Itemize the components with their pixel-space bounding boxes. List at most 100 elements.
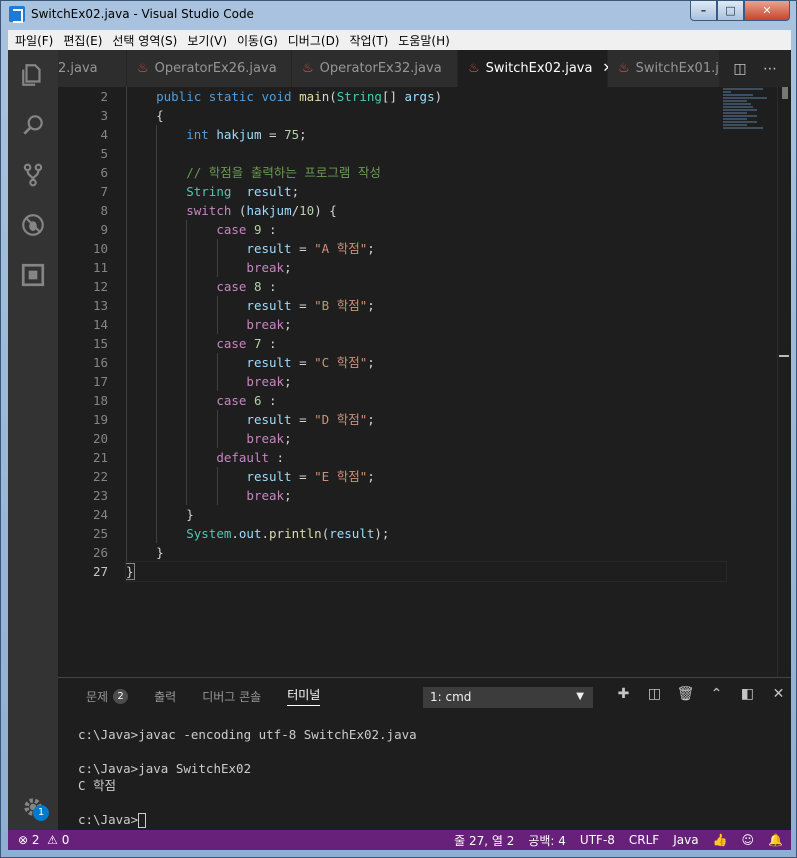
indentation[interactable]: 공백: 4 bbox=[528, 832, 566, 849]
tab-output[interactable]: 출력 bbox=[154, 688, 176, 705]
line-number: 23 bbox=[92, 488, 108, 503]
tab-operatorex26[interactable]: ♨ OperatorEx26.java bbox=[127, 50, 292, 87]
split-terminal-icon[interactable]: ◫ bbox=[639, 686, 670, 702]
close-window-button[interactable]: ✕ bbox=[744, 1, 790, 21]
settings-gear-icon[interactable] bbox=[8, 782, 58, 832]
feedback-smiley-icon[interactable]: ☺ bbox=[742, 833, 755, 847]
tab-terminal[interactable]: 터미널 bbox=[287, 686, 321, 706]
minimap[interactable] bbox=[723, 87, 783, 167]
source-control-icon[interactable] bbox=[8, 150, 58, 200]
code-line: public static void main(String[] args) bbox=[126, 87, 726, 106]
tab-label: SwitchEx02.java bbox=[485, 61, 593, 76]
bottom-panel: 문제 2 출력 디버그 콘솔 터미널 1: cmd ▼ ✚ ◫ 🗑 ⌃ ◧ ✕ … bbox=[58, 677, 791, 830]
line-number: 20 bbox=[92, 431, 108, 446]
terminal-select-value: 1: cmd bbox=[430, 690, 472, 704]
menu-tasks[interactable]: 작업(T) bbox=[345, 32, 394, 49]
tab-label: OperatorEx26.java bbox=[154, 61, 277, 76]
code-line: break; bbox=[126, 429, 726, 448]
code-line: switch (hakjum/10) { bbox=[126, 201, 726, 220]
status-problems[interactable]: ⊗ 2 ⚠ 0 bbox=[8, 833, 69, 847]
toggle-panel-position-icon[interactable]: ◧ bbox=[732, 686, 763, 702]
tab-operatorex32[interactable]: ♨ OperatorEx32.java bbox=[292, 50, 458, 87]
menu-view[interactable]: 보기(V) bbox=[182, 32, 232, 49]
title-bar[interactable]: SwitchEx02.java - Visual Studio Code – □… bbox=[1, 1, 796, 29]
line-number: 6 bbox=[100, 165, 108, 180]
line-number: 26 bbox=[92, 545, 108, 560]
tab-debug-console[interactable]: 디버그 콘솔 bbox=[202, 688, 261, 705]
window-frame: SwitchEx02.java - Visual Studio Code – □… bbox=[0, 0, 797, 858]
code-line bbox=[126, 144, 726, 163]
explorer-icon[interactable] bbox=[8, 50, 58, 100]
terminal-line: c:\Java>java SwitchEx02 bbox=[78, 761, 252, 776]
scrollbar-thumb[interactable] bbox=[782, 87, 788, 99]
extensions-icon[interactable] bbox=[8, 250, 58, 300]
code-editor[interactable]: 2 3 4 5 6 7 8 9 10 11 12 13 14 15 16 17 18 19 20 21 22 23 24 25… bbox=[58, 87, 791, 677]
scrollbar-cursor-marker bbox=[779, 355, 789, 357]
tab-switchex01[interactable]: ♨ SwitchEx01.java bbox=[608, 50, 742, 87]
window-controls: – □ ✕ bbox=[690, 1, 790, 21]
tab-label: OperatorEx32.java bbox=[319, 61, 442, 76]
menu-help[interactable]: 도움말(H) bbox=[393, 32, 455, 49]
terminal-select[interactable]: 1: cmd ▼ bbox=[423, 687, 593, 708]
close-panel-icon[interactable]: ✕ bbox=[763, 686, 791, 702]
tab-problems-label: 문제 bbox=[86, 689, 109, 704]
language-mode[interactable]: Java bbox=[673, 833, 698, 847]
status-right: 줄 27, 열 2 공백: 4 UTF-8 CRLF Java 👍 ☺ 🔔 bbox=[440, 830, 783, 850]
terminal-prompt: c:\Java> bbox=[78, 812, 139, 827]
new-terminal-icon[interactable]: ✚ bbox=[608, 686, 639, 702]
editor-scrollbar[interactable] bbox=[777, 87, 791, 677]
vscode-workbench: 1 2.java ♨ OperatorEx26.java ♨ OperatorE… bbox=[8, 50, 791, 850]
line-number: 15 bbox=[92, 336, 108, 351]
line-number: 13 bbox=[92, 298, 108, 313]
code-line: result = "B 학점"; bbox=[126, 296, 726, 315]
menu-edit[interactable]: 편집(E) bbox=[58, 32, 107, 49]
search-icon[interactable] bbox=[8, 100, 58, 150]
code-line: int hakjum = 75; bbox=[126, 125, 726, 144]
line-number: 2 bbox=[100, 89, 108, 104]
file-encoding[interactable]: UTF-8 bbox=[580, 833, 615, 847]
window-title: SwitchEx02.java - Visual Studio Code bbox=[31, 7, 254, 21]
maximize-panel-icon[interactable]: ⌃ bbox=[701, 686, 732, 702]
maximize-button[interactable]: □ bbox=[717, 1, 744, 21]
code-line: break; bbox=[126, 315, 726, 334]
code-line: case 8 : bbox=[126, 277, 726, 296]
warning-count: 0 bbox=[61, 833, 70, 847]
notifications-bell-icon[interactable]: 🔔 bbox=[768, 833, 783, 847]
menu-file[interactable]: 파일(F) bbox=[10, 32, 58, 49]
thumbs-up-icon[interactable]: 👍 bbox=[713, 833, 728, 847]
more-actions-icon[interactable]: ⋯ bbox=[755, 61, 785, 77]
code-line: } bbox=[126, 543, 164, 562]
debug-icon[interactable] bbox=[8, 200, 58, 250]
minimize-button[interactable]: – bbox=[690, 1, 717, 21]
line-number: 17 bbox=[92, 374, 108, 389]
tab-switchex02[interactable]: ♨ SwitchEx02.java ✕ bbox=[458, 50, 613, 87]
kill-terminal-icon[interactable]: 🗑 bbox=[670, 686, 701, 702]
code-line: { bbox=[126, 106, 164, 125]
error-icon: ⊗ bbox=[18, 833, 29, 847]
java-file-icon: ♨ bbox=[302, 61, 314, 76]
chevron-down-icon: ▼ bbox=[576, 691, 584, 702]
code-line: // 학점을 출력하는 프로그램 작성 bbox=[126, 163, 726, 182]
split-editor-icon[interactable]: ◫ bbox=[725, 61, 755, 77]
code-lines: public static void main(String[] args) {… bbox=[125, 87, 727, 582]
line-number: 7 bbox=[100, 184, 108, 199]
menu-selection[interactable]: 선택 영역(S) bbox=[107, 32, 182, 49]
java-file-icon: ♨ bbox=[137, 61, 149, 76]
code-line: case 9 : bbox=[126, 220, 726, 239]
terminal-output[interactable]: c:\Java>javac -encoding utf-8 SwitchEx02… bbox=[78, 726, 417, 828]
activity-bar: 1 bbox=[8, 50, 58, 830]
menu-go[interactable]: 이동(G) bbox=[232, 32, 283, 49]
tab-partial[interactable]: 2.java bbox=[58, 50, 127, 87]
code-line: break; bbox=[126, 486, 726, 505]
line-number: 25 bbox=[92, 526, 108, 541]
cursor-position[interactable]: 줄 27, 열 2 bbox=[454, 832, 514, 849]
line-ending[interactable]: CRLF bbox=[629, 833, 659, 847]
terminal-line: c:\Java>javac -encoding utf-8 SwitchEx02… bbox=[78, 727, 417, 742]
line-number: 18 bbox=[92, 393, 108, 408]
line-number: 4 bbox=[100, 127, 108, 142]
line-number: 8 bbox=[100, 203, 108, 218]
menu-debug[interactable]: 디버그(D) bbox=[283, 32, 345, 49]
tab-problems[interactable]: 문제 2 bbox=[86, 688, 129, 705]
